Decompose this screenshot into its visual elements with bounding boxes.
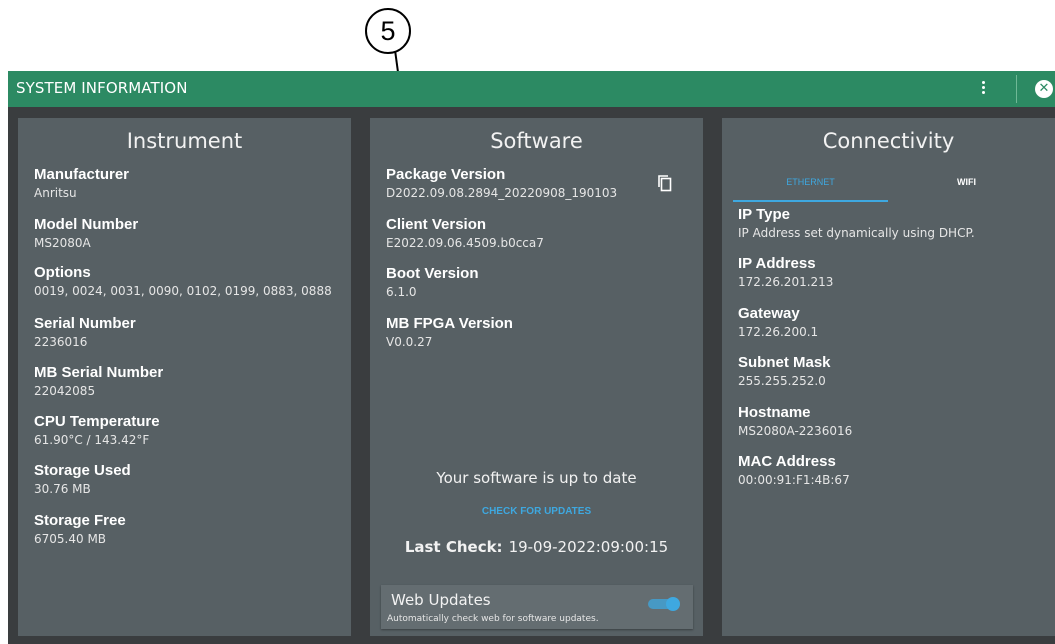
last-check: Last Check: 19-09-2022:09:00:15 xyxy=(370,538,703,556)
field-value: MS2080A-2236016 xyxy=(738,424,853,438)
software-panel: Software Package Version D2022.09.08.289… xyxy=(370,118,703,636)
ip-address-field: IP Address 172.26.201.213 xyxy=(738,255,833,290)
system-information-window: SYSTEM INFORMATION ✕ Instrument Manufact… xyxy=(8,71,1055,644)
field-label: Storage Used xyxy=(34,462,131,479)
field-value: MS2080A xyxy=(34,236,91,250)
last-check-label: Last Check: xyxy=(404,538,503,556)
web-updates-card: Web Updates Automatically check web for … xyxy=(381,585,693,629)
gateway-field: Gateway 172.26.200.1 xyxy=(738,305,818,340)
field-label: Client Version xyxy=(386,216,487,233)
field-label: IP Address xyxy=(738,255,816,272)
mb-fpga-version-field: MB FPGA Version V0.0.27 xyxy=(386,315,513,350)
title-separator xyxy=(1016,75,1017,103)
hostname-field: Hostname MS2080A-2236016 xyxy=(738,404,852,439)
update-status-text: Your software is up to date xyxy=(436,469,637,487)
storage-used-field: Storage Used 30.76 MB xyxy=(34,462,131,497)
title-bar: SYSTEM INFORMATION ✕ xyxy=(8,71,1055,107)
window-title: SYSTEM INFORMATION xyxy=(16,79,188,97)
field-label: Serial Number xyxy=(34,315,136,332)
field-label: Gateway xyxy=(738,305,800,322)
field-value: 6.1.0 xyxy=(386,285,417,299)
manufacturer-field: Manufacturer Anritsu xyxy=(34,166,129,201)
boot-version-field: Boot Version 6.1.0 xyxy=(386,265,479,300)
field-label: Storage Free xyxy=(34,512,126,529)
field-label: Hostname xyxy=(738,404,811,421)
web-updates-title: Web Updates xyxy=(391,591,491,609)
field-value: D2022.09.08.2894_20220908_190103 xyxy=(386,186,618,200)
close-icon[interactable]: ✕ xyxy=(1035,80,1053,98)
check-for-updates-button[interactable]: CHECK FOR UPDATES xyxy=(370,506,703,517)
field-value: E2022.09.06.4509.b0cca7 xyxy=(386,236,544,250)
package-version-field: Package Version D2022.09.08.2894_2022090… xyxy=(386,166,617,201)
field-label: Boot Version xyxy=(386,265,479,282)
field-value: V0.0.27 xyxy=(386,335,433,349)
field-value: 6705.40 MB xyxy=(34,532,107,546)
field-value: 22042085 xyxy=(34,384,96,398)
field-value: IP Address set dynamically using DHCP. xyxy=(738,226,975,240)
callout-number: 5 xyxy=(365,8,411,54)
tab-wifi[interactable]: WIFI xyxy=(889,174,1044,200)
connectivity-panel: Connectivity ETHERNET WIFI IP Type IP Ad… xyxy=(722,118,1055,636)
field-label: Model Number xyxy=(34,216,139,233)
cpu-temperature-field: CPU Temperature 61.90°C / 143.42°F xyxy=(34,413,160,448)
field-label: MB Serial Number xyxy=(34,364,164,381)
subnet-mask-field: Subnet Mask 255.255.252.0 xyxy=(738,354,831,389)
web-updates-description: Automatically check web for software upd… xyxy=(387,614,599,624)
field-value: 0019, 0024, 0031, 0090, 0102, 0199, 0883… xyxy=(34,284,332,298)
field-value: 00:00:91:F1:4B:67 xyxy=(738,473,850,487)
model-number-field: Model Number MS2080A xyxy=(34,216,138,251)
mac-address-field: MAC Address 00:00:91:F1:4B:67 xyxy=(738,453,850,488)
storage-free-field: Storage Free 6705.40 MB xyxy=(34,512,126,547)
connectivity-title: Connectivity xyxy=(822,129,955,153)
client-version-field: Client Version E2022.09.06.4509.b0cca7 xyxy=(386,216,544,251)
copy-icon[interactable] xyxy=(657,174,673,192)
mb-serial-number-field: MB Serial Number 22042085 xyxy=(34,364,163,399)
tab-ethernet[interactable]: ETHERNET xyxy=(733,174,888,202)
field-value: 172.26.201.213 xyxy=(738,275,834,289)
field-label: MB FPGA Version xyxy=(386,315,513,332)
serial-number-field: Serial Number 2236016 xyxy=(34,315,136,350)
field-value: 61.90°C / 143.42°F xyxy=(34,433,150,447)
more-vertical-icon[interactable] xyxy=(976,79,990,99)
connectivity-tabs: ETHERNET WIFI xyxy=(733,174,1044,202)
options-field: Options 0019, 0024, 0031, 0090, 0102, 01… xyxy=(34,264,332,299)
instrument-panel: Instrument Manufacturer Anritsu Model Nu… xyxy=(18,118,351,636)
field-value: 2236016 xyxy=(34,335,88,349)
field-label: CPU Temperature xyxy=(34,413,160,430)
field-label: MAC Address xyxy=(738,453,836,470)
last-check-value: 19-09-2022:09:00:15 xyxy=(508,538,669,556)
field-label: Manufacturer xyxy=(34,166,130,183)
software-title: Software xyxy=(490,129,583,153)
field-label: IP Type xyxy=(738,206,790,223)
field-value: 172.26.200.1 xyxy=(738,325,819,339)
field-label: Options xyxy=(34,264,91,281)
toggle-knob xyxy=(666,597,680,611)
web-updates-toggle[interactable] xyxy=(646,597,682,611)
field-value: Anritsu xyxy=(34,186,77,200)
ip-type-field: IP Type IP Address set dynamically using… xyxy=(738,206,975,241)
field-value: 30.76 MB xyxy=(34,482,91,496)
instrument-title: Instrument xyxy=(126,129,243,153)
field-label: Subnet Mask xyxy=(738,354,831,371)
field-label: Package Version xyxy=(386,166,506,183)
field-value: 255.255.252.0 xyxy=(738,374,826,388)
